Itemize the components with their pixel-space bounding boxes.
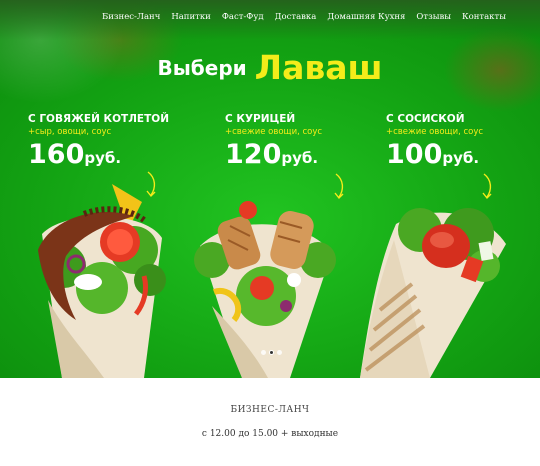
offer-title: С сосиской [386,113,465,125]
headline-word-lavash: Лаваш [254,48,383,87]
price-currency: руб. [442,149,480,167]
slider-dot-active[interactable] [269,350,274,355]
slider-dots [261,350,282,355]
offer-subtitle: +свежие овощи, соус [386,127,484,137]
offer-subtitle: +сыр, овощи, соус [28,127,112,137]
nav-item-reviews[interactable]: Отзывы [416,12,451,22]
offer-subtitle: +свежие овощи, соус [225,127,323,137]
offer-title: С говяжей котлетой [28,113,169,125]
sausage-wrap-image [360,208,506,378]
price-value: 120 [225,139,282,170]
price-currency: руб. [84,149,122,167]
hero-headline: Выбери Лаваш [0,48,540,87]
offer-price: 160руб. [28,139,169,170]
slider-dot[interactable] [261,350,266,355]
offer-sausage[interactable]: С сосиской +свежие овощи, соус 100руб. [386,113,483,170]
offer-price: 100руб. [386,139,483,170]
curved-arrow-icon [482,173,492,200]
beef-wrap-image [38,184,166,378]
section-subtitle: с 12.00 до 15.00 + выходные [201,429,339,439]
nav-item-delivery[interactable]: Доставка [275,12,317,22]
nav-item-business-lunch[interactable]: Бизнес-Ланч [102,12,160,22]
headline-word-choose: Выбери [157,56,247,80]
price-value: 160 [28,139,85,170]
offer-beef[interactable]: С говяжей котлетой +сыр, овощи, соус 160… [28,113,169,170]
offer-chicken[interactable]: С курицей +свежие овощи, соус 120руб. [225,113,322,170]
offer-price: 120руб. [225,139,322,170]
offer-title: С курицей [225,113,296,125]
main-nav: Бизнес-Ланч Напитки Фаст-Фуд Доставка До… [102,12,517,22]
nav-item-home-cooking[interactable]: Домашняя Кухня [327,12,405,22]
nav-item-fast-food[interactable]: Фаст-Фуд [222,12,264,22]
section-title: БИЗНЕС-ЛАНЧ [230,405,310,415]
curved-arrow-icon [146,171,156,198]
hero-banner: Бизнес-Ланч Напитки Фаст-Фуд Доставка До… [0,0,540,378]
nav-item-drinks[interactable]: Напитки [171,12,211,22]
slider-dot[interactable] [277,350,282,355]
price-value: 100 [386,139,443,170]
price-currency: руб. [281,149,319,167]
curved-arrow-icon [334,173,344,200]
nav-item-contacts[interactable]: Контакты [462,12,506,22]
